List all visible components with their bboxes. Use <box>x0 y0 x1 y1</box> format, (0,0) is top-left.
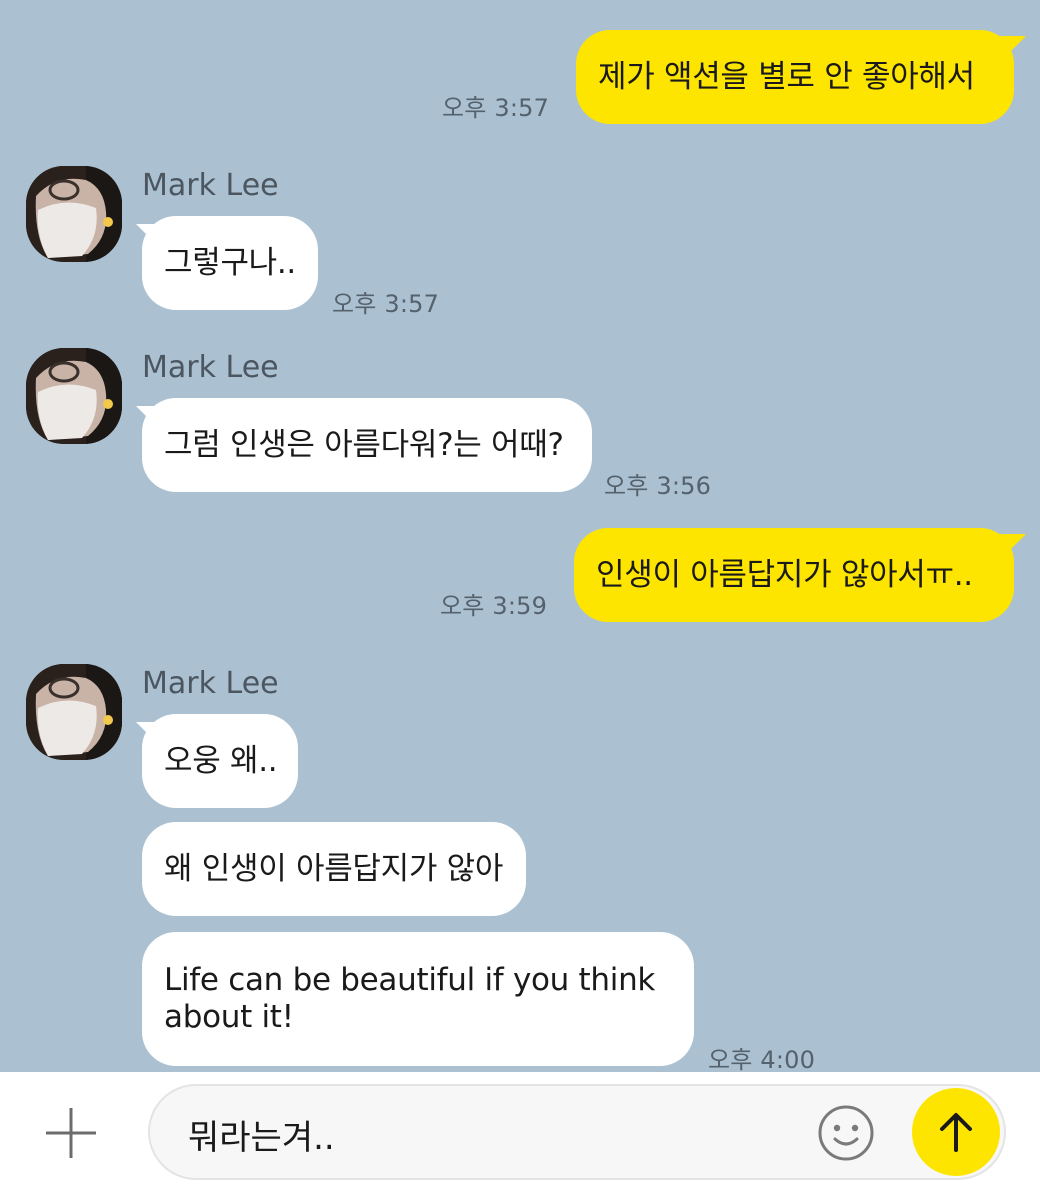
bubble-tail <box>1000 36 1026 62</box>
avatar-photo <box>26 664 122 760</box>
avatar[interactable] <box>26 166 122 262</box>
chat-area[interactable]: 오후 3:57 제가 액션을 별로 안 좋아해서 Mark Lee 그렇구나..… <box>0 0 1040 1074</box>
bubble-tail <box>1000 534 1026 560</box>
message-bubble-other[interactable]: 오웅 왜.. <box>142 714 298 808</box>
message-time: 오후 3:59 <box>440 592 548 620</box>
sender-name: Mark Lee <box>142 666 279 701</box>
emoji-icon[interactable] <box>816 1103 876 1163</box>
sender-name: Mark Lee <box>142 168 279 203</box>
message-time: 오후 3:56 <box>604 472 712 500</box>
message-time: 오후 3:57 <box>442 94 550 122</box>
sender-name: Mark Lee <box>142 350 279 385</box>
message-bubble-mine[interactable]: 제가 액션을 별로 안 좋아해서 <box>576 30 1014 124</box>
send-button[interactable] <box>912 1088 1000 1176</box>
message-bubble-other[interactable]: 그럼 인생은 아름다워?는 어때? <box>142 398 592 492</box>
message-bubble-other[interactable]: 왜 인생이 아름답지가 않아 <box>142 822 526 916</box>
arrow-up-icon <box>940 1113 972 1152</box>
message-time: 오후 3:57 <box>332 290 440 318</box>
plus-icon[interactable] <box>40 1102 102 1164</box>
avatar-photo <box>26 166 122 262</box>
message-bubble-other[interactable]: 그렇구나.. <box>142 216 318 310</box>
message-bubble-mine[interactable]: 인생이 아름답지가 않아서ㅠ.. <box>574 528 1014 622</box>
avatar-photo <box>26 348 122 444</box>
message-time: 오후 4:00 <box>708 1046 816 1074</box>
message-bubble-other[interactable]: Life can be beautiful if you think about… <box>142 932 694 1066</box>
avatar[interactable] <box>26 348 122 444</box>
message-input-value[interactable]: 뭐라는겨.. <box>188 1110 335 1159</box>
avatar[interactable] <box>26 664 122 760</box>
